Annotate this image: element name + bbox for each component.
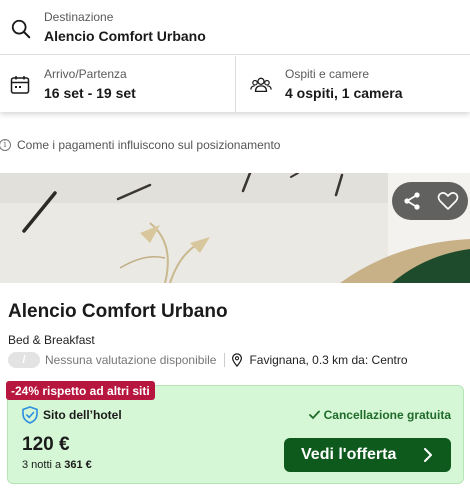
guests-icon — [250, 77, 272, 93]
view-deal-label: Vedi l'offerta — [301, 446, 397, 463]
destination-value: Alencio Comfort Urbano — [44, 28, 206, 44]
destination-label: Destinazione — [44, 10, 114, 24]
total-price: 361 € — [64, 459, 92, 471]
check-icon — [308, 410, 320, 420]
destination-field[interactable]: Destinazione Alencio Comfort Urbano — [0, 0, 470, 55]
total-price-row: 3 notti a 361 € — [22, 459, 92, 471]
photo-actions — [392, 182, 468, 220]
nightly-price: 120 € — [22, 434, 70, 455]
chevron-right-icon — [424, 448, 432, 462]
provider-label: Sito dell’hotel — [43, 408, 122, 422]
dates-guests-row: Arrivo/Partenza 16 set - 19 set Ospiti e… — [0, 56, 470, 112]
shield-check-icon — [22, 406, 38, 424]
search-form: Destinazione Alencio Comfort Urbano Arri… — [0, 0, 470, 112]
dates-value: 16 set - 19 set — [44, 85, 136, 101]
location-pin-icon — [232, 353, 243, 367]
divider — [224, 353, 226, 367]
rating-badge: / — [8, 352, 40, 368]
dates-label: Arrivo/Partenza — [44, 67, 127, 81]
rating-location-row: / Nessuna valutazione disponibile Favign… — [8, 351, 408, 369]
calendar-icon — [10, 76, 30, 94]
guests-label: Ospiti e camere — [285, 67, 370, 81]
ranking-info-text: Come i pagamenti influiscono sul posizio… — [17, 138, 281, 152]
nights-prefix: 3 notti a — [22, 459, 62, 471]
guests-value: 4 ospiti, 1 camera — [285, 85, 403, 101]
ranking-info-link[interactable]: i Come i pagamenti influiscono sul posiz… — [0, 137, 280, 153]
info-icon: i — [0, 139, 11, 151]
accommodation-type: Bed & Breakfast — [8, 333, 95, 347]
discount-badge: -24% rispetto ad altri siti — [6, 381, 155, 400]
location-text[interactable]: Favignana, 0.3 km da: Centro — [249, 353, 407, 367]
view-deal-button[interactable]: Vedi l'offerta — [284, 438, 451, 472]
dates-field[interactable]: Arrivo/Partenza 16 set - 19 set — [0, 56, 236, 112]
guests-field[interactable]: Ospiti e camere 4 ospiti, 1 camera — [237, 56, 470, 112]
rating-text: Nessuna valutazione disponibile — [45, 353, 217, 367]
cancellation-row: Cancellazione gratuita — [308, 408, 451, 422]
heart-icon[interactable] — [436, 189, 460, 213]
hotel-name[interactable]: Alencio Comfort Urbano — [8, 301, 228, 323]
share-icon[interactable] — [400, 189, 424, 213]
free-cancellation-label: Cancellazione gratuita — [323, 408, 451, 422]
provider-row: Sito dell’hotel — [22, 406, 122, 424]
search-icon — [11, 19, 31, 39]
